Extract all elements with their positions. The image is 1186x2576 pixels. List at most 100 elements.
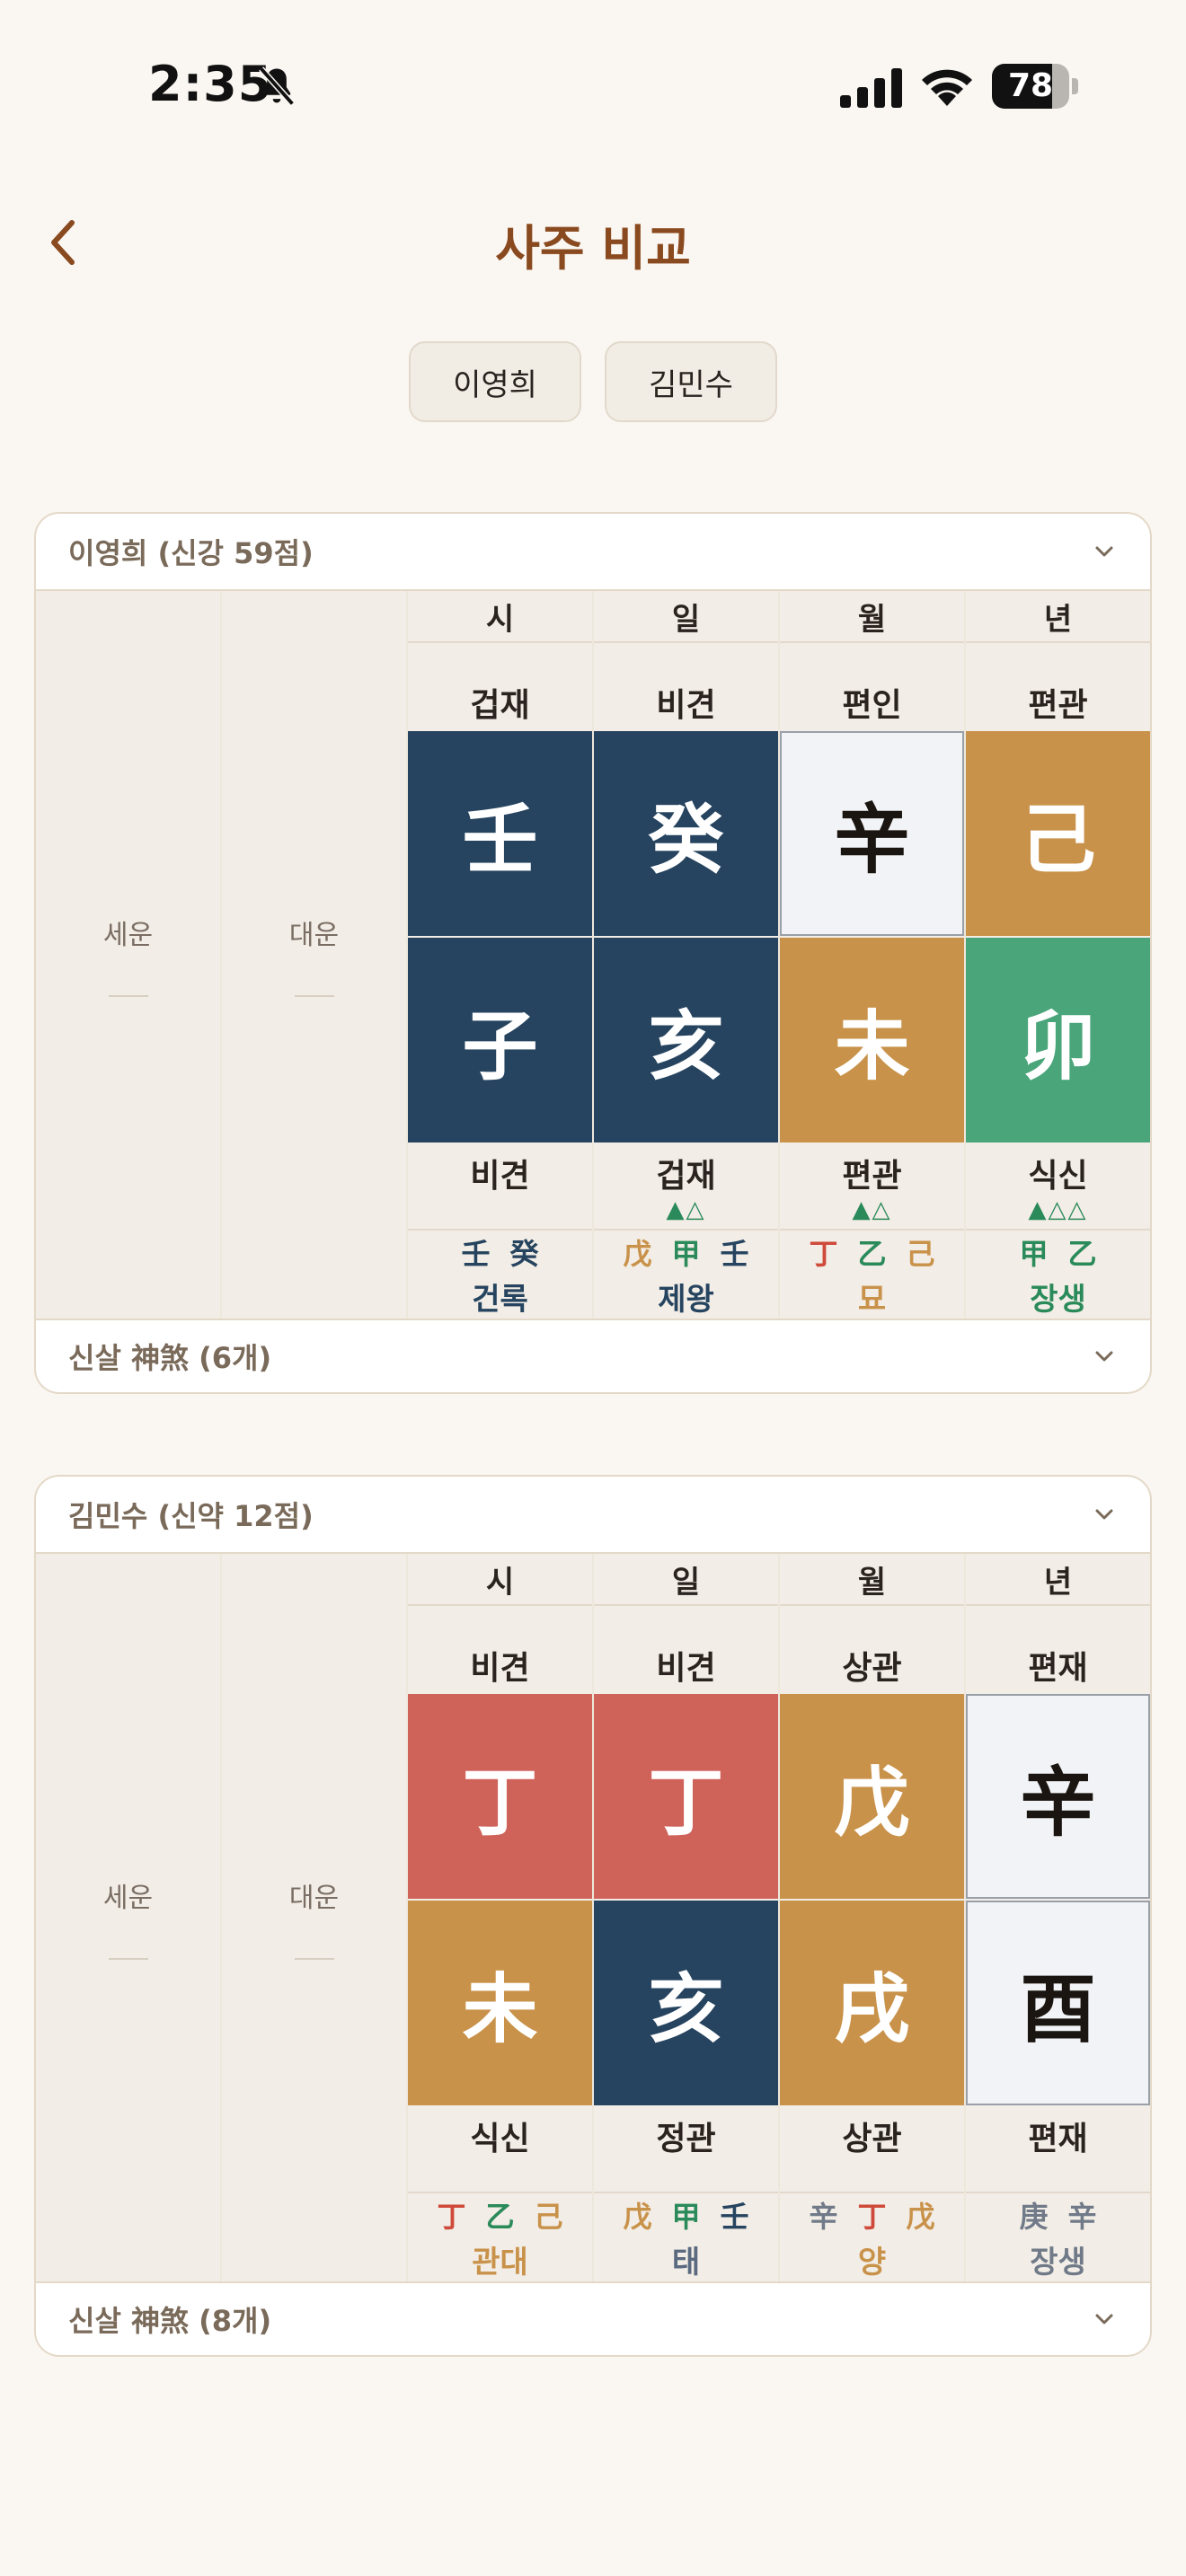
heavenly-stem[interactable]: 辛 [966,1694,1150,1899]
pillar-column: 월 편인 辛 未 편관 ▲△ 丁乙己 묘 [780,591,964,1319]
pillar-head: 년 [966,1554,1150,1606]
shinsal-toggle[interactable]: 신살 神煞 (8개) [36,2281,1150,2355]
pillar-head: 일 [594,1554,778,1606]
pillar-column: 시 겁재 壬 子 비견 壬癸 건록 [408,591,592,1319]
wifi-icon [922,69,972,106]
twelve-stage: 장생 [1030,2244,1086,2280]
heavenly-stem[interactable]: 丁 [594,1694,778,1899]
branch-ten-god: 식신 [1028,1158,1088,1195]
stem-ten-god: 비견 [656,687,716,724]
branch-ten-god: 정관 [656,2121,716,2157]
pillar-head: 일 [594,591,778,643]
pillar-head: 월 [780,591,964,643]
hidden-stems: 戊甲壬 [623,2194,748,2236]
strength-marks: ▲△△ [1028,1196,1088,1223]
branch-ten-god: 비견 [470,1158,530,1195]
heavenly-stem[interactable]: 癸 [594,731,778,936]
heavenly-stem[interactable]: 戊 [780,1694,964,1899]
hidden-stem: 戊 [623,1236,652,1271]
earthly-branch[interactable]: 戌 [780,1901,964,2105]
hidden-stems-cell: 庚辛 장생 [966,2192,1150,2281]
card-header[interactable]: 이영희 (신강 59점) [36,514,1150,591]
hidden-stems-cell: 甲乙 장생 [966,1229,1150,1319]
saju-card-2: 김민수 (신약 12점) 세운 대운 시 비견 丁 未 식신 丁乙己 관대 일 … [34,1475,1152,2357]
stem-ten-god: 비견 [470,1650,530,1687]
stem-ten-god: 상관 [842,1650,902,1687]
hidden-stems: 丁乙己 [437,2194,562,2236]
heavenly-stem[interactable]: 壬 [408,731,592,936]
earthly-branch[interactable]: 卯 [966,938,1150,1142]
hidden-stem: 丁 [809,1236,838,1271]
stem-ten-god: 편인 [842,687,902,724]
earthly-branch[interactable]: 子 [408,938,592,1142]
hidden-stem: 甲 [1019,1236,1049,1271]
pillar-column: 일 비견 癸 亥 겁재 ▲△ 戊甲壬 제왕 [594,591,778,1319]
earthly-branch[interactable]: 未 [408,1901,592,2105]
branch-ten-god: 편관 [842,1158,902,1195]
seun-label: 세운 [102,920,154,951]
earthly-branch[interactable]: 酉 [966,1901,1150,2105]
earthly-branch[interactable]: 未 [780,938,964,1142]
pillar-column: 월 상관 戊 戌 상관 辛丁戊 양 [780,1554,964,2281]
chevron-down-icon [1095,546,1113,557]
card-title: 김민수 (신약 12점) [68,1499,314,1533]
branch-ten-god: 편재 [1028,2121,1088,2157]
earthly-branch[interactable]: 亥 [594,1901,778,2105]
daeun-column[interactable]: 대운 [222,591,406,1319]
hidden-stems: 庚辛 [1019,2194,1096,2236]
pillar-grid: 세운 대운 시 비견 丁 未 식신 丁乙己 관대 일 비견 丁 亥 정관 戊 甲… [36,1554,1150,2281]
seun-placeholder [108,1958,148,1960]
twelve-stage: 장생 [1030,1281,1086,1318]
twelve-stage: 태 [671,2244,701,2280]
hidden-stem: 乙 [857,1236,887,1271]
strength-marks [408,1196,592,1229]
shinsal-toggle[interactable]: 신살 神煞 (6개) [36,1319,1150,1392]
seun-label: 세운 [102,1883,154,1914]
hidden-stems-cell: 戊甲壬 태 [594,2192,778,2281]
twelve-stage: 묘 [857,1281,887,1318]
hidden-stem: 己 [534,2199,563,2234]
stem-ten-god: 편재 [1028,1650,1088,1687]
earthly-branch[interactable]: 亥 [594,938,778,1142]
stem-ten-god: 비견 [656,1650,716,1687]
hidden-stems-cell: 壬癸 건록 [408,1229,592,1319]
hidden-stems: 甲乙 [1019,1231,1096,1273]
heavenly-stem[interactable]: 丁 [408,1694,592,1899]
branch-ten-god: 겁재 [656,1158,716,1195]
cellular-signal-icon [840,68,902,108]
stem-ten-god: 편관 [1028,687,1088,724]
seun-column[interactable]: 세운 [36,1554,220,2281]
pillar-head: 시 [408,1554,592,1606]
battery-indicator: 78 [992,64,1078,109]
twelve-stage: 제왕 [658,1281,714,1318]
pillar-column: 일 비견 丁 亥 정관 戊甲壬 태 [594,1554,778,2281]
pillars: 시 겁재 壬 子 비견 壬癸 건록 일 비견 癸 亥 겁재 ▲△ 戊甲壬 제왕 [408,591,1150,1319]
pillar-head: 년 [966,591,1150,643]
daeun-column[interactable]: 대운 [222,1554,406,2281]
daeun-label: 대운 [288,1883,340,1914]
person-tab-1[interactable]: 이영희 [409,341,581,422]
hidden-stems: 壬癸 [461,1231,538,1273]
hidden-stem: 丁 [857,2199,887,2234]
pillar-head: 시 [408,591,592,643]
pillar-column: 시 비견 丁 未 식신 丁乙己 관대 [408,1554,592,2281]
twelve-stage: 양 [857,2244,887,2280]
stem-ten-god: 겁재 [470,687,530,724]
seun-column[interactable]: 세운 [36,591,220,1319]
twelve-stage: 건록 [472,1281,528,1318]
heavenly-stem[interactable]: 辛 [780,731,964,936]
strength-marks: ▲△ [666,1196,706,1223]
status-bar: 2:35 78 [0,0,1186,171]
daeun-placeholder [294,1958,334,1960]
strength-marks: ▲△ [852,1196,892,1223]
hidden-stems-cell: 丁乙己 묘 [780,1229,964,1319]
daeun-label: 대운 [288,920,340,951]
person-tab-2[interactable]: 김민수 [605,341,777,422]
hidden-stem: 壬 [461,1236,491,1271]
hidden-stems-cell: 辛丁戊 양 [780,2192,964,2281]
heavenly-stem[interactable]: 己 [966,731,1150,936]
hidden-stem: 乙 [1067,1236,1097,1271]
card-header[interactable]: 김민수 (신약 12점) [36,1477,1150,1554]
battery-level: 78 [1007,67,1054,104]
strength-marks [594,2159,778,2192]
